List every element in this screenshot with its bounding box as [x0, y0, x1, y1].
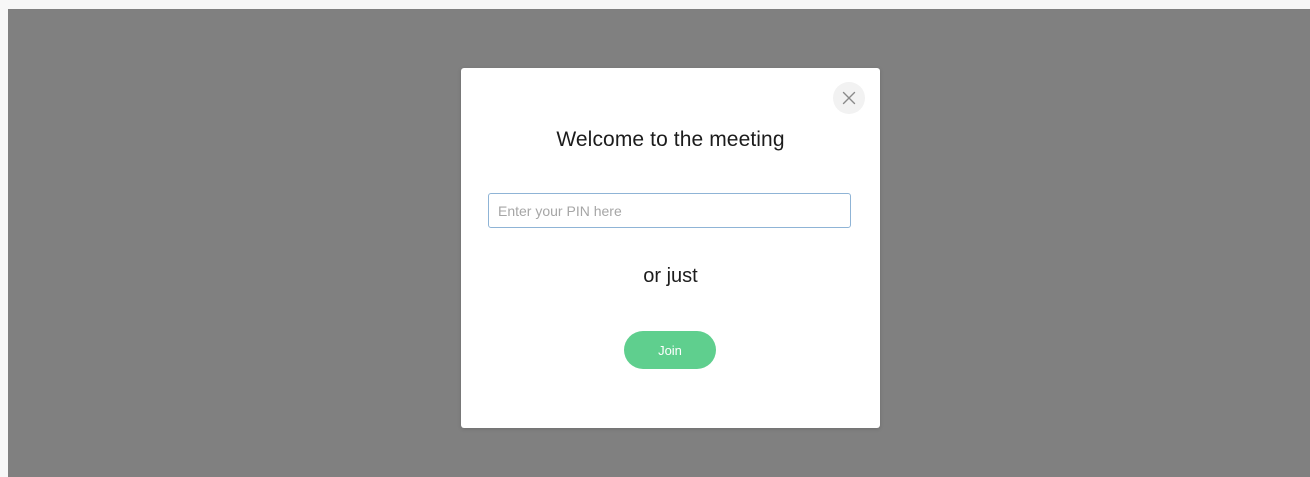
dialog-title: Welcome to the meeting [556, 128, 785, 151]
separator-text: or just [643, 265, 698, 287]
pin-input[interactable] [488, 193, 851, 228]
close-button[interactable] [833, 82, 865, 114]
join-button[interactable]: Join [624, 331, 716, 369]
join-meeting-dialog: Welcome to the meeting or just Join [461, 68, 880, 428]
modal-overlay[interactable]: Welcome to the meeting or just Join [8, 9, 1310, 477]
page-background: Welcome to the meeting or just Join [0, 0, 1310, 477]
close-icon [842, 91, 856, 105]
